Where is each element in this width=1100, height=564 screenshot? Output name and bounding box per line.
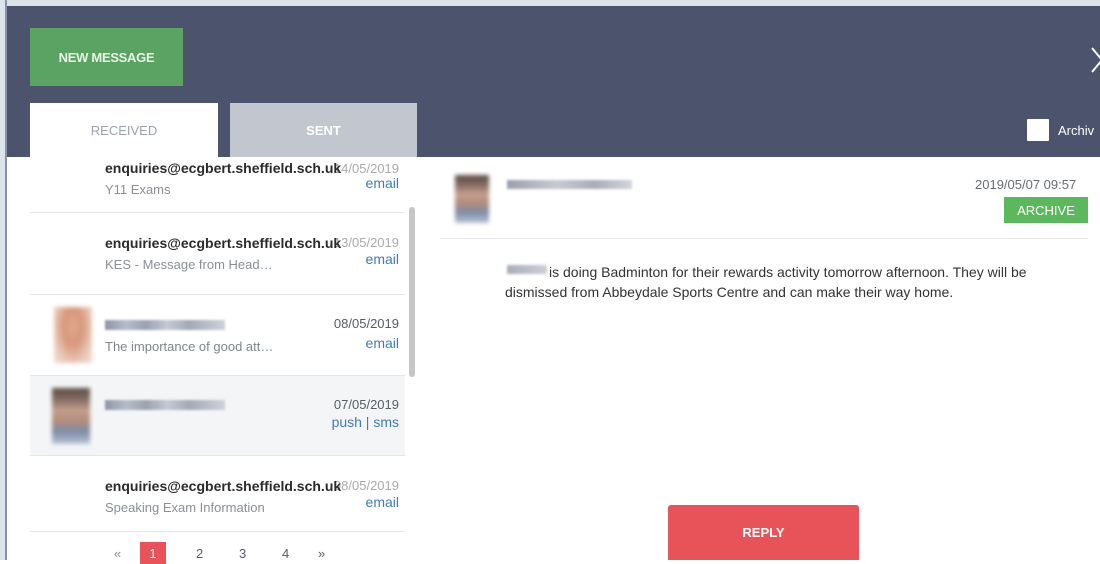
message-channel: email [361,494,399,510]
message-subject: Speaking Exam Information [105,500,265,515]
message-date: 08/05/2019 [333,478,399,493]
message-row[interactable]: 07/05/2019 push | sms [30,376,405,456]
message-date: 13/05/2019 [333,235,399,250]
detail-avatar [455,175,489,223]
message-date: 07/05/2019 [333,397,399,412]
page-next-button[interactable]: » [318,542,325,564]
message-sender: enquiries@ecgbert.sheffield.sch.uk [105,235,342,251]
message-channel: email [365,335,399,351]
archive-button[interactable]: ARCHIVE [1004,197,1088,223]
message-sender-redacted [105,400,225,410]
avatar [54,307,92,363]
close-icon[interactable] [1082,38,1100,78]
message-subject: KES - Message from Head… [105,257,273,272]
detail-sender-redacted [507,180,632,189]
page-prev-button[interactable]: « [114,542,121,564]
new-message-button[interactable]: NEW MESSAGE [30,28,183,86]
message-sender-redacted [105,320,225,330]
pagination: « 1 2 3 4 » [30,531,405,564]
divider [440,238,1088,239]
archive-filter-label: Archiv [1058,122,1095,138]
message-channel: email [361,251,399,267]
page-button-current[interactable]: 1 [140,542,166,564]
message-row[interactable]: 13/05/2019 enquiries@ecgbert.sheffield.s… [30,213,405,295]
message-subject: The importance of good att… [105,339,274,354]
message-row[interactable]: 08/05/2019 The importance of good att… e… [30,295,405,376]
tab-sent[interactable]: SENT [230,103,417,157]
message-body: is doing Badminton for their rewards act… [505,264,1027,300]
detail-date: 2019/05/07 09:57 [975,177,1077,192]
message-sender: enquiries@ecgbert.sheffield.sch.uk [105,478,342,494]
page-button[interactable]: 3 [239,542,246,564]
message-subject: Y11 Exams [105,182,171,197]
window-left-edge [0,0,7,560]
message-date: 08/05/2019 [333,316,399,331]
message-date: 14/05/2019 [333,161,399,176]
page-button[interactable]: 4 [282,542,289,564]
page-button[interactable]: 2 [196,542,203,564]
message-channel: push | sms [331,414,399,430]
message-list: 14/05/2019 enquiries@ecgbert.sheffield.s… [30,157,405,530]
reply-button[interactable]: REPLY [668,505,859,560]
archive-filter: Archiv [1027,119,1094,141]
avatar [52,388,90,444]
archive-checkbox[interactable] [1027,119,1049,141]
message-channel: email [361,175,399,191]
message-sender: enquiries@ecgbert.sheffield.sch.uk [105,160,342,176]
message-row[interactable]: 08/05/2019 enquiries@ecgbert.sheffield.s… [30,456,405,530]
scrollbar-thumb[interactable] [409,207,415,377]
message-row[interactable]: 14/05/2019 enquiries@ecgbert.sheffield.s… [30,157,405,213]
tab-received[interactable]: RECEIVED [30,103,218,157]
